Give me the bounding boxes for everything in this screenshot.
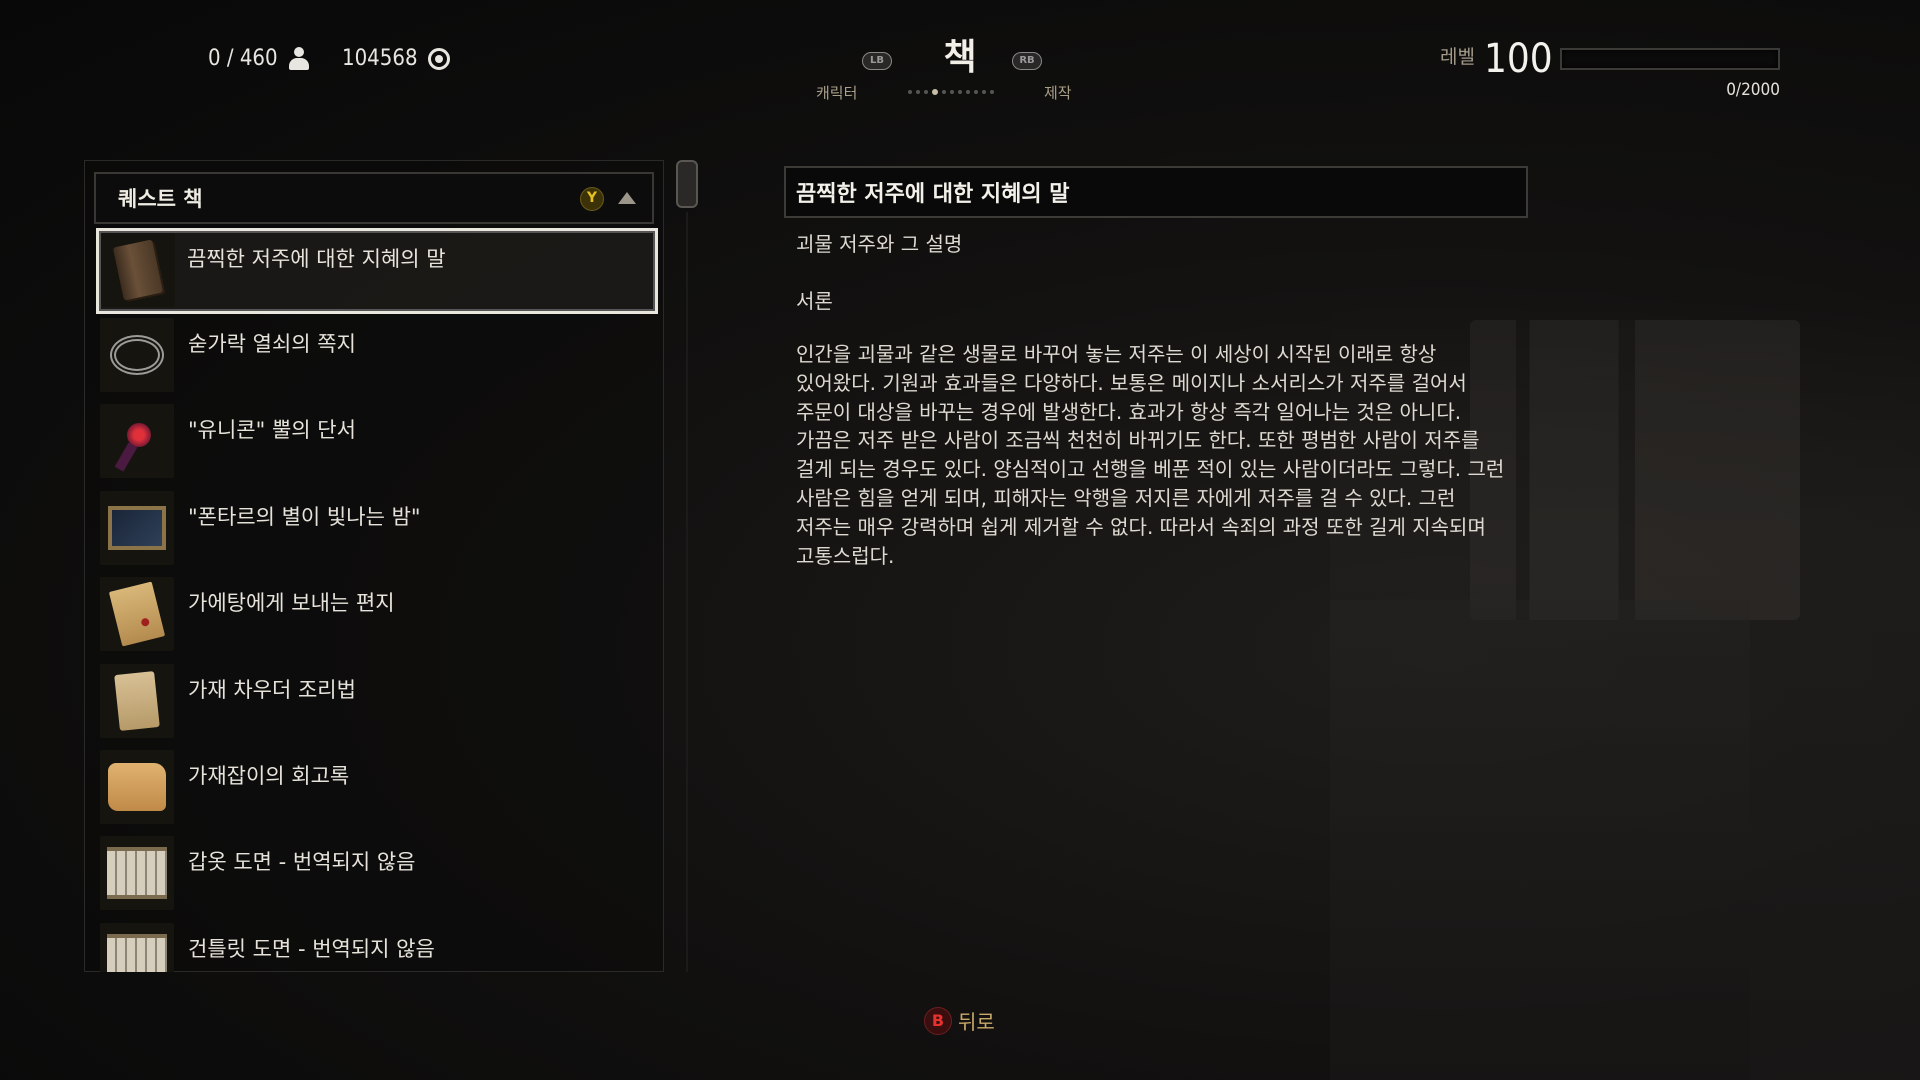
inventory-weight: 0 / 460 — [208, 46, 310, 71]
level-label: 레벨 — [1440, 46, 1475, 68]
weight-value: 0 / 460 — [208, 46, 278, 71]
rings-icon — [100, 318, 174, 392]
back-hint[interactable]: B 뒤로 — [924, 1006, 995, 1035]
page-dot-active — [932, 89, 938, 95]
money-value: 104568 — [342, 46, 418, 71]
recipe-icon — [100, 663, 174, 738]
schematic-icon — [100, 836, 174, 911]
experience-bar — [1560, 48, 1780, 70]
category-header[interactable]: 퀘스트 책 Y — [94, 172, 654, 224]
y-button[interactable]: Y — [580, 187, 604, 211]
experience-text: 0/2000 — [1726, 80, 1780, 100]
detail-body-text: 인간을 괴물과 같은 생물로 바꾸어 놓는 저주는 이 세상이 시작된 이래로 … — [796, 342, 1505, 568]
page-dot — [916, 90, 920, 94]
lb-button[interactable]: LB — [862, 52, 892, 70]
menu-page-indicator — [908, 89, 994, 95]
list-item-label: 건틀릿 도면 - 번역되지 않음 — [188, 936, 435, 961]
list-item[interactable]: 갑옷 도면 - 번역되지 않음 — [96, 832, 658, 918]
page-dot — [990, 90, 994, 94]
list-item[interactable]: 끔찍한 저주에 대한 지혜의 말 — [96, 228, 658, 314]
painting-icon — [100, 490, 174, 565]
currency: 104568 — [342, 46, 450, 71]
list-item-label: "폰타르의 별이 빛나는 밤" — [188, 504, 421, 529]
list-item-label: 끔찍한 저주에 대한 지혜의 말 — [187, 247, 446, 271]
menu-navigation: 책 LB RB 캐릭터 제작 — [800, 28, 1120, 108]
detail-title-box: 끔찍한 저주에 대한 지혜의 말 — [784, 166, 1528, 218]
rosette-icon — [100, 404, 174, 479]
page-title: 책 — [943, 37, 977, 78]
list-item[interactable]: 가재 차우더 조리법 — [96, 660, 658, 746]
list-item-label: 갑옷 도면 - 번역되지 않음 — [188, 850, 416, 875]
list-item-label: 가재잡이의 회고록 — [188, 763, 350, 788]
list-item[interactable]: 가에탕에게 보내는 편지 — [96, 573, 658, 659]
level-value: 100 — [1484, 36, 1553, 82]
detail-section-heading: 서론 — [796, 289, 833, 313]
schematic-icon — [100, 922, 174, 972]
scrollbar-track[interactable] — [686, 212, 688, 972]
page-dot — [958, 90, 962, 94]
page-dot — [974, 90, 978, 94]
b-button[interactable]: B — [924, 1006, 952, 1035]
collapse-arrow-icon[interactable] — [618, 192, 636, 204]
list-item-label: 숟가락 열쇠의 쪽지 — [188, 332, 356, 356]
background-books — [1470, 320, 1800, 620]
book-icon — [101, 233, 175, 307]
detail-subtitle: 괴물 저주와 그 설명 — [796, 232, 963, 256]
tab-character[interactable]: 캐릭터 — [816, 82, 857, 103]
page-dot — [924, 90, 928, 94]
weight-icon — [288, 46, 310, 71]
list-item[interactable]: 숟가락 열쇠의 쪽지 — [96, 314, 658, 400]
list-item[interactable]: "폰타르의 별이 빛나는 밤" — [96, 487, 658, 573]
list-item-label: "유니콘" 뿔의 단서 — [188, 418, 356, 443]
list-item[interactable]: 건틀릿 도면 - 번역되지 않음 — [96, 919, 658, 972]
page-dot — [982, 90, 986, 94]
rb-button[interactable]: RB — [1012, 52, 1042, 70]
scrollbar-thumb[interactable] — [676, 160, 698, 208]
book-list: 끔찍한 저주에 대한 지혜의 말 숟가락 열쇠의 쪽지 "유니콘" 뿔의 단서 … — [96, 228, 658, 972]
list-item[interactable]: 가재잡이의 회고록 — [96, 746, 658, 832]
back-label: 뒤로 — [958, 1010, 995, 1034]
page-dot — [908, 90, 912, 94]
crown-coin-icon — [427, 47, 450, 70]
background-table — [1330, 600, 1750, 1080]
page-dot — [942, 90, 946, 94]
page-dot — [966, 90, 970, 94]
tab-crafting[interactable]: 제작 — [1044, 82, 1072, 103]
list-item[interactable]: "유니콘" 뿔의 단서 — [96, 400, 658, 486]
parchment-icon — [100, 749, 174, 824]
list-item-label: 가에탕에게 보내는 편지 — [188, 591, 395, 616]
letter-icon — [100, 577, 174, 652]
page-dot — [950, 90, 954, 94]
detail-title: 끔찍한 저주에 대한 지혜의 말 — [796, 182, 1070, 207]
category-label: 퀘스트 책 — [118, 187, 203, 211]
list-item-label: 가재 차우더 조리법 — [188, 677, 356, 702]
